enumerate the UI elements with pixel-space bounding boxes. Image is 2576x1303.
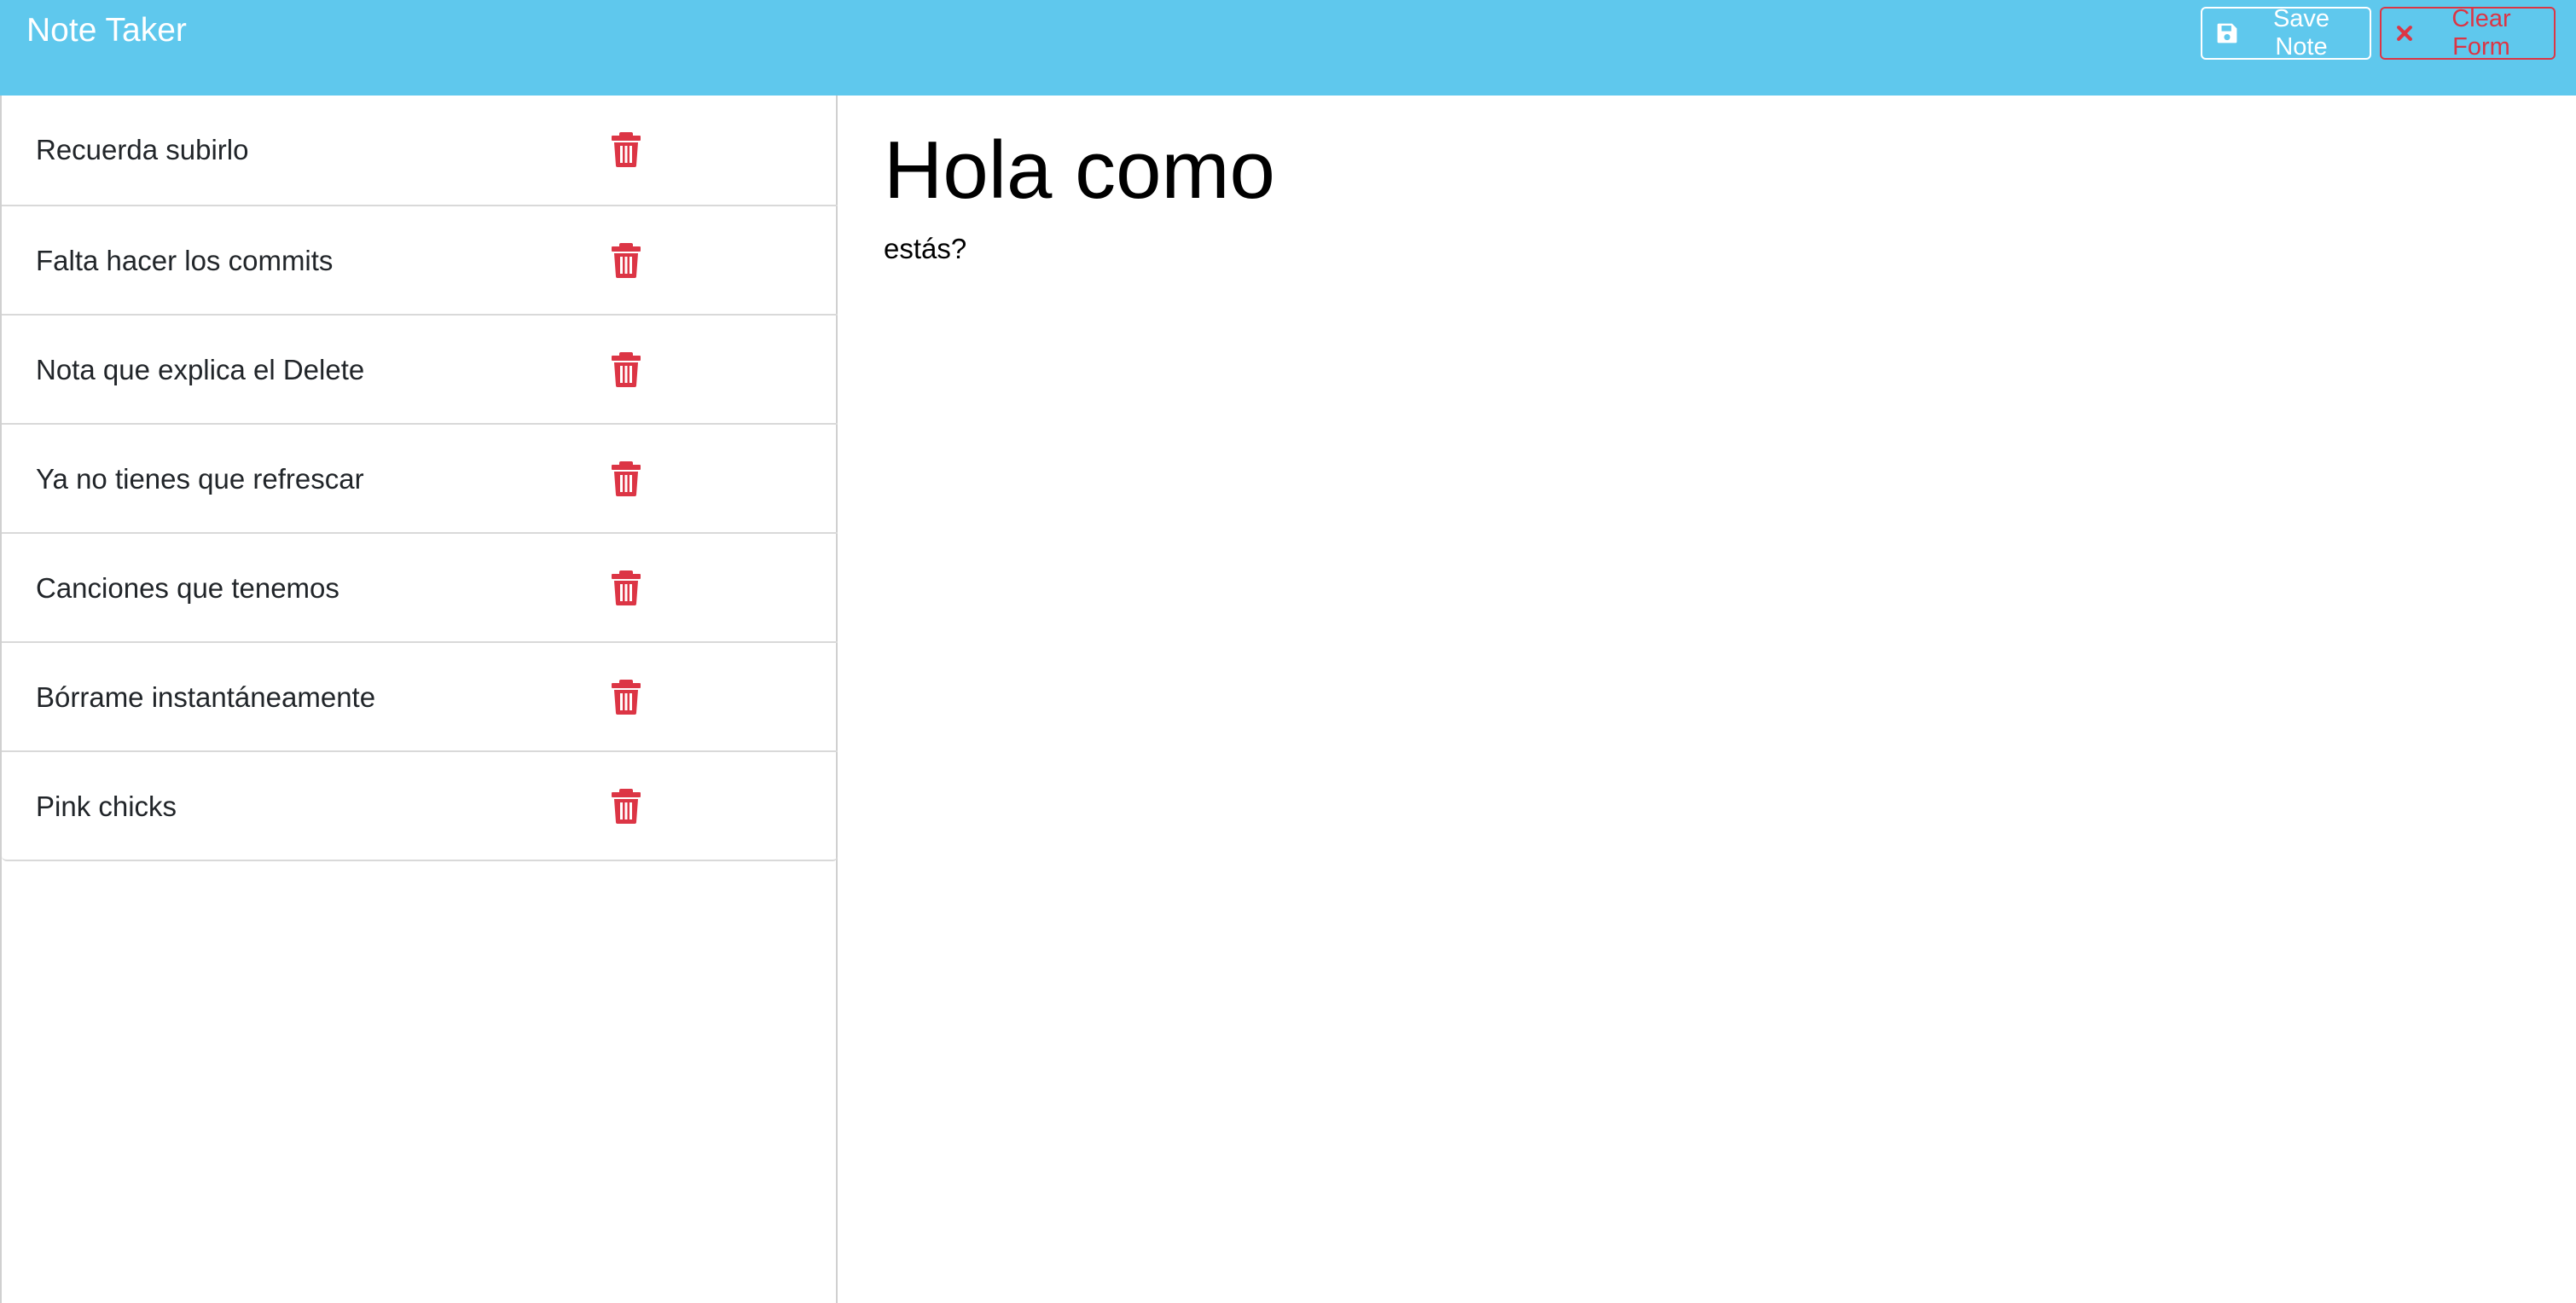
floppy-disk-icon — [2216, 22, 2238, 44]
list-item[interactable]: Pink chicks — [2, 750, 838, 860]
note-title[interactable]: Falta hacer los commits — [36, 206, 333, 316]
trash-icon[interactable] — [611, 460, 641, 496]
clear-form-button[interactable]: Clear Form — [2380, 5, 2556, 61]
clear-form-label: Clear Form — [2451, 5, 2511, 61]
note-title-field[interactable]: Hola como — [884, 111, 2504, 230]
trash-icon[interactable] — [611, 679, 641, 715]
trash-icon[interactable] — [611, 570, 641, 605]
note-editor: Hola como estás? — [839, 96, 2576, 1303]
save-note-label: Save Note — [2272, 5, 2330, 61]
list-item[interactable]: Ya no tienes que refrescar — [2, 423, 838, 532]
note-text-field[interactable]: estás? — [884, 230, 2504, 268]
note-sidebar: Recuerda subirlo Falta hacer los commits — [0, 96, 838, 1303]
note-list: Recuerda subirlo Falta hacer los commits — [2, 96, 838, 861]
note-title[interactable]: Recuerda subirlo — [36, 96, 248, 205]
trash-icon[interactable] — [611, 351, 641, 387]
note-title[interactable]: Pink chicks — [36, 752, 177, 861]
list-item[interactable]: Recuerda subirlo — [2, 96, 838, 205]
list-item[interactable]: Nota que explica el Delete — [2, 314, 838, 423]
note-title[interactable]: Nota que explica el Delete — [36, 316, 364, 425]
list-item[interactable]: Canciones que tenemos — [2, 532, 838, 641]
trash-icon[interactable] — [611, 242, 641, 278]
close-icon — [2395, 24, 2414, 43]
list-item[interactable]: Falta hacer los commits — [2, 205, 838, 314]
list-item[interactable]: Bórrame instantáneamente — [2, 641, 838, 750]
note-title[interactable]: Ya no tienes que refrescar — [36, 425, 364, 534]
brand-title[interactable]: Note Taker — [26, 10, 187, 51]
note-title[interactable]: Canciones que tenemos — [36, 534, 339, 643]
trash-icon[interactable] — [611, 788, 641, 824]
save-note-button[interactable]: Save Note — [2201, 5, 2371, 61]
trash-icon[interactable] — [611, 131, 641, 167]
navbar: Note Taker Save Note Clear Form — [0, 0, 2576, 96]
note-title[interactable]: Bórrame instantáneamente — [36, 643, 375, 752]
